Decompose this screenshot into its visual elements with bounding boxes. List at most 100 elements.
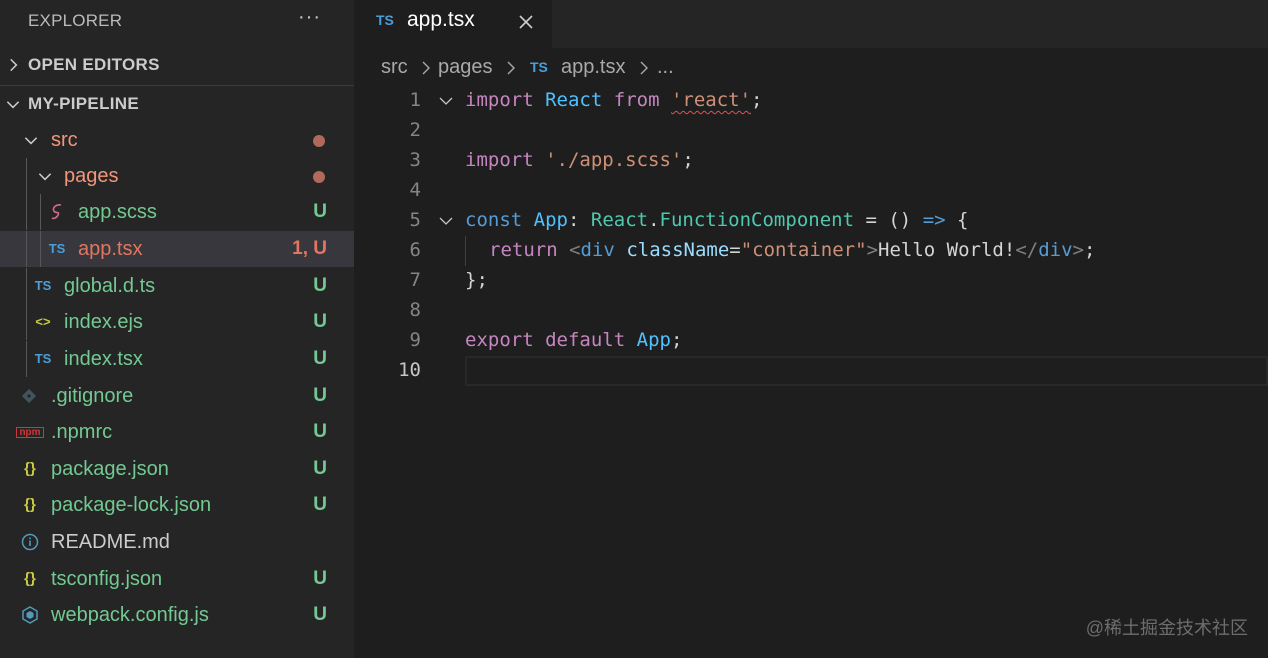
tree-item-label: index.tsx bbox=[64, 348, 143, 370]
tree-item-tsconfig-json[interactable]: {} tsconfig.json U bbox=[0, 561, 354, 597]
indent-guide bbox=[26, 194, 27, 230]
json-icon: {} bbox=[24, 460, 36, 477]
tree-item-label: index.ejs bbox=[64, 311, 143, 333]
chevron-down-icon bbox=[24, 137, 38, 145]
tree-item-pages[interactable]: pages bbox=[0, 158, 354, 194]
npm-icon: npm bbox=[16, 427, 44, 438]
git-icon bbox=[21, 388, 37, 404]
line-number: 7 bbox=[409, 269, 421, 291]
json-icon: {} bbox=[24, 570, 36, 587]
tab-app-tsx[interactable]: TS app.tsx bbox=[354, 0, 552, 48]
fold-chevron-icon[interactable] bbox=[438, 213, 454, 229]
tree-item-label: src bbox=[51, 129, 78, 151]
code-text: }; bbox=[465, 269, 488, 291]
git-status-badge: U bbox=[313, 458, 327, 479]
code-line-current: 10 bbox=[354, 356, 1268, 386]
git-status-badge: U bbox=[313, 568, 327, 589]
explorer-header: EXPLORER ··· bbox=[0, 0, 354, 40]
code-line: 8 bbox=[354, 296, 1268, 326]
modified-dot bbox=[313, 171, 325, 183]
tree-item-label: package.json bbox=[51, 458, 169, 480]
breadcrumb-src[interactable]: src bbox=[381, 56, 408, 79]
project-section[interactable]: MY-PIPELINE bbox=[0, 85, 354, 121]
tab-label: app.tsx bbox=[407, 8, 475, 31]
indent-guide bbox=[26, 158, 27, 194]
git-status-badge: 1, U bbox=[292, 238, 327, 259]
tree-item-global-d-ts[interactable]: TS global.d.ts U bbox=[0, 268, 354, 304]
indent-guide bbox=[26, 304, 27, 340]
tree-item-index-tsx[interactable]: TS index.tsx U bbox=[0, 341, 354, 377]
code-editor[interactable]: 1 import React from 'react'; 2 3 import … bbox=[354, 86, 1268, 658]
git-status-badge: U bbox=[313, 494, 327, 515]
tree-item-label: global.d.ts bbox=[64, 275, 156, 297]
code-line: 7 }; bbox=[354, 266, 1268, 296]
explorer-title: EXPLORER bbox=[28, 11, 123, 30]
sass-icon bbox=[51, 204, 62, 220]
git-status-badge: U bbox=[313, 604, 327, 625]
code-line: 5 const App: React.FunctionComponent = (… bbox=[354, 206, 1268, 236]
tree-item-package-json[interactable]: {} package.json U bbox=[0, 451, 354, 487]
git-status-badge: U bbox=[313, 421, 327, 442]
indent-guide bbox=[40, 194, 41, 230]
line-number: 5 bbox=[409, 209, 421, 231]
chevron-down-icon bbox=[38, 173, 52, 181]
tree-item-app-tsx[interactable]: TS app.tsx 1, U bbox=[0, 231, 354, 267]
open-editors-label: OPEN EDITORS bbox=[28, 55, 160, 74]
typescript-icon: TS bbox=[34, 351, 52, 366]
git-status-badge: U bbox=[313, 311, 327, 332]
code-text: return <div className="container">Hello … bbox=[489, 239, 1096, 261]
tree-item-label: pages bbox=[64, 165, 119, 187]
breadcrumb-file[interactable]: app.tsx bbox=[561, 56, 625, 79]
typescript-icon: TS bbox=[376, 12, 394, 28]
typescript-icon: TS bbox=[48, 241, 66, 256]
tree-item-label: app.scss bbox=[78, 201, 157, 223]
code-line: 3 import './app.scss'; bbox=[354, 146, 1268, 176]
line-number: 6 bbox=[409, 239, 421, 261]
more-actions-icon[interactable]: ··· bbox=[298, 6, 321, 29]
breadcrumb-symbol[interactable]: ... bbox=[657, 56, 674, 79]
tree-item-webpack-config[interactable]: webpack.config.js U bbox=[0, 597, 354, 633]
tree-item-readme[interactable]: README.md bbox=[0, 524, 354, 560]
explorer-sidebar: EXPLORER ··· OPEN EDITORS MY-PIPELINE sr… bbox=[0, 0, 354, 658]
modified-dot bbox=[313, 135, 325, 147]
indent-guide bbox=[40, 231, 41, 267]
indent-guide bbox=[26, 341, 27, 377]
breadcrumb: src pages TS app.tsx ... bbox=[354, 48, 1268, 86]
code-text: const App: React.FunctionComponent = () … bbox=[465, 209, 969, 231]
json-icon: {} bbox=[24, 496, 36, 513]
code-text: export default App; bbox=[465, 329, 683, 351]
tree-item-label: tsconfig.json bbox=[51, 568, 163, 590]
code-text: import React from 'react'; bbox=[465, 89, 763, 111]
line-number: 2 bbox=[409, 119, 421, 141]
line-number: 4 bbox=[409, 179, 421, 201]
line-number: 3 bbox=[409, 149, 421, 171]
git-status-badge: U bbox=[313, 275, 327, 296]
chevron-right-icon bbox=[422, 61, 430, 75]
git-status-badge: U bbox=[313, 385, 327, 406]
watermark: @稀土掘金技术社区 bbox=[1085, 618, 1248, 638]
code-text: import './app.scss'; bbox=[465, 149, 694, 171]
breadcrumb-pages[interactable]: pages bbox=[438, 56, 493, 79]
indent-guide bbox=[26, 231, 27, 267]
fold-chevron-icon[interactable] bbox=[438, 93, 454, 109]
current-line-highlight bbox=[465, 356, 1268, 386]
chevron-right-icon bbox=[10, 58, 18, 72]
close-icon[interactable] bbox=[516, 12, 536, 32]
code-line: 2 bbox=[354, 116, 1268, 146]
open-editors-section[interactable]: OPEN EDITORS bbox=[0, 47, 354, 83]
tree-item-label: .gitignore bbox=[51, 385, 134, 407]
project-label: MY-PIPELINE bbox=[28, 94, 139, 113]
code-brackets-icon: <> bbox=[35, 314, 51, 329]
tree-item-index-ejs[interactable]: <> index.ejs U bbox=[0, 304, 354, 340]
line-number: 9 bbox=[409, 329, 421, 351]
chevron-down-icon bbox=[6, 101, 20, 109]
git-status-badge: U bbox=[313, 201, 327, 222]
tree-item-label: package-lock.json bbox=[51, 494, 212, 516]
tree-item-package-lock-json[interactable]: {} package-lock.json U bbox=[0, 487, 354, 523]
tree-item-src[interactable]: src bbox=[0, 122, 354, 158]
webpack-icon bbox=[22, 606, 38, 624]
tree-item-app-scss[interactable]: app.scss U bbox=[0, 194, 354, 230]
line-number: 8 bbox=[409, 299, 421, 321]
tree-item-gitignore[interactable]: .gitignore U bbox=[0, 378, 354, 414]
tree-item-npmrc[interactable]: npm .npmrc U bbox=[0, 414, 354, 450]
